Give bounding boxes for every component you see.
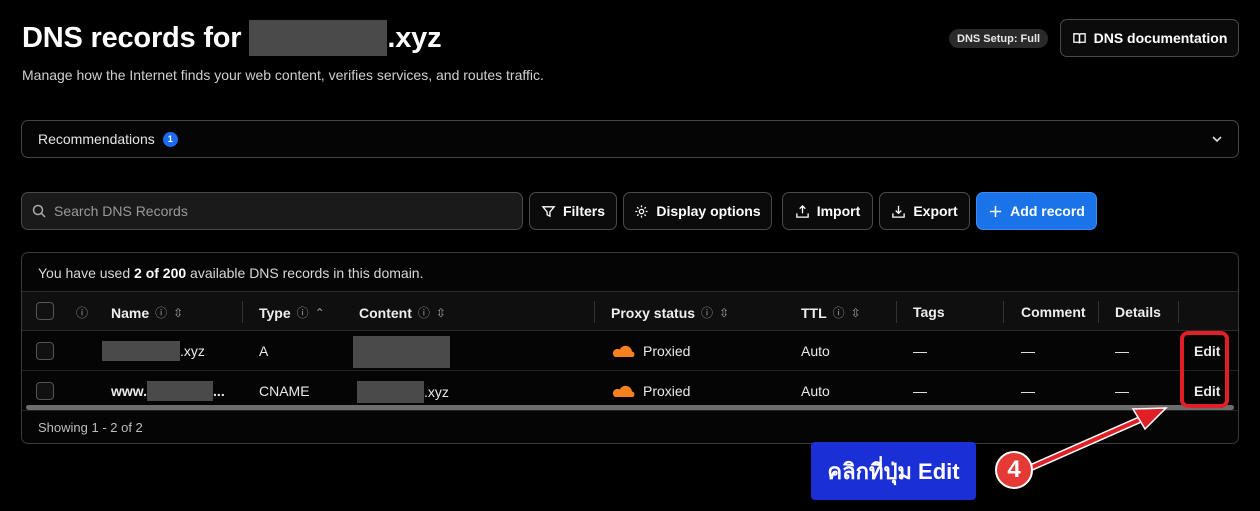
add-record-button[interactable]: Add record [976, 192, 1097, 230]
book-icon [1072, 32, 1086, 43]
recommendations-label: Recommendations [38, 131, 155, 147]
record-comment: — [1021, 343, 1035, 359]
page-title-prefix: DNS records for [22, 21, 242, 54]
upload-icon [795, 204, 809, 218]
redacted-name [102, 341, 180, 361]
record-type: CNAME [259, 383, 310, 399]
column-tags: Tags [913, 304, 945, 320]
record-name: .xyz [102, 341, 205, 361]
plus-icon [990, 205, 1002, 217]
record-type: A [259, 343, 269, 359]
sort-ascending-icon[interactable]: ⌃ [315, 306, 325, 320]
usage-count: 2 of 200 [134, 265, 187, 281]
sort-icon[interactable]: ⇳ [719, 306, 729, 320]
import-button[interactable]: Import [782, 192, 873, 230]
column-content[interactable]: Content ⓘ ⇳ [359, 304, 446, 321]
chevron-down-icon[interactable] [1210, 132, 1224, 146]
filters-label: Filters [562, 203, 605, 219]
filters-button[interactable]: Filters [529, 192, 617, 230]
column-type[interactable]: Type ⓘ ⌃ [259, 304, 325, 321]
proxy-status: Proxied [611, 383, 690, 399]
column-proxy-status[interactable]: Proxy status ⓘ ⇳ [611, 304, 729, 321]
instruction-callout: คลิกที่ปุ่ม Edit [811, 442, 976, 500]
column-comment: Comment [1021, 304, 1086, 320]
record-ttl: Auto [801, 343, 830, 359]
usage-text: You have used 2 of 200 available DNS rec… [38, 265, 424, 281]
select-all-checkbox[interactable] [36, 302, 54, 320]
step-number-badge: 4 [995, 451, 1033, 489]
record-details: — [1115, 383, 1129, 399]
column-ttl[interactable]: TTL ⓘ ⇳ [801, 304, 861, 321]
redacted-domain [249, 20, 388, 56]
recommendations-panel[interactable]: Recommendations 1 [21, 120, 1239, 158]
cloud-icon [612, 345, 635, 357]
table-row: .xyz A Proxied Auto — — — Edit [22, 331, 1238, 371]
add-record-label: Add record [1010, 203, 1085, 219]
search-input[interactable] [54, 203, 494, 219]
import-label: Import [816, 203, 861, 219]
edit-highlight-box [1180, 331, 1229, 408]
export-label: Export [913, 203, 958, 219]
page-subtitle: Manage how the Internet finds your web c… [22, 67, 544, 83]
download-icon [892, 205, 906, 218]
dns-documentation-label: DNS documentation [1093, 30, 1228, 46]
info-icon: ⓘ [417, 306, 430, 320]
record-name: www. ... [111, 381, 225, 401]
column-details: Details [1115, 304, 1161, 320]
record-tags: — [913, 343, 927, 359]
page-title-suffix: .xyz [387, 21, 442, 54]
dns-setup-badge: DNS Setup: Full [949, 29, 1049, 48]
record-details: — [1115, 343, 1129, 359]
info-icon: ⓘ [832, 306, 845, 320]
redacted-content [357, 381, 424, 403]
row-checkbox[interactable] [36, 342, 54, 360]
dns-records-table: You have used 2 of 200 available DNS rec… [21, 252, 1239, 444]
info-icon: ⓘ [76, 306, 89, 320]
filter-icon [541, 205, 556, 217]
search-icon [32, 204, 46, 218]
gear-icon [635, 204, 648, 218]
row-checkbox[interactable] [36, 382, 54, 400]
column-name[interactable]: Name ⓘ ⇳ [111, 304, 183, 321]
cloud-icon [612, 385, 635, 397]
info-icon: ⓘ [296, 306, 309, 320]
record-content [353, 336, 450, 368]
export-button[interactable]: Export [879, 192, 970, 230]
info-icon: ⓘ [701, 306, 714, 320]
dns-documentation-button[interactable]: DNS documentation [1060, 19, 1239, 57]
display-options-button[interactable]: Display options [623, 192, 772, 230]
page-title: DNS records for .xyz [22, 20, 442, 56]
sort-icon[interactable]: ⇳ [851, 306, 861, 320]
display-options-label: Display options [656, 203, 761, 219]
pagination-summary: Showing 1 - 2 of 2 [38, 420, 143, 435]
record-tags: — [913, 383, 927, 399]
info-icon: ⓘ [155, 306, 168, 320]
record-ttl: Auto [801, 383, 830, 399]
search-field[interactable] [21, 192, 523, 230]
redacted-content [353, 336, 450, 368]
redacted-name [147, 381, 214, 401]
sort-icon[interactable]: ⇳ [173, 306, 183, 320]
table-header: ⓘ Name ⓘ ⇳ Type ⓘ ⌃ Content ⓘ ⇳ Proxy status ⓘ ⇳… [22, 291, 1238, 331]
horizontal-scrollbar[interactable] [26, 405, 1234, 410]
record-comment: — [1021, 383, 1035, 399]
sort-icon[interactable]: ⇳ [436, 306, 446, 320]
record-content: .xyz [357, 381, 449, 403]
proxy-status: Proxied [611, 343, 690, 359]
recommendations-count-badge: 1 [162, 131, 178, 147]
